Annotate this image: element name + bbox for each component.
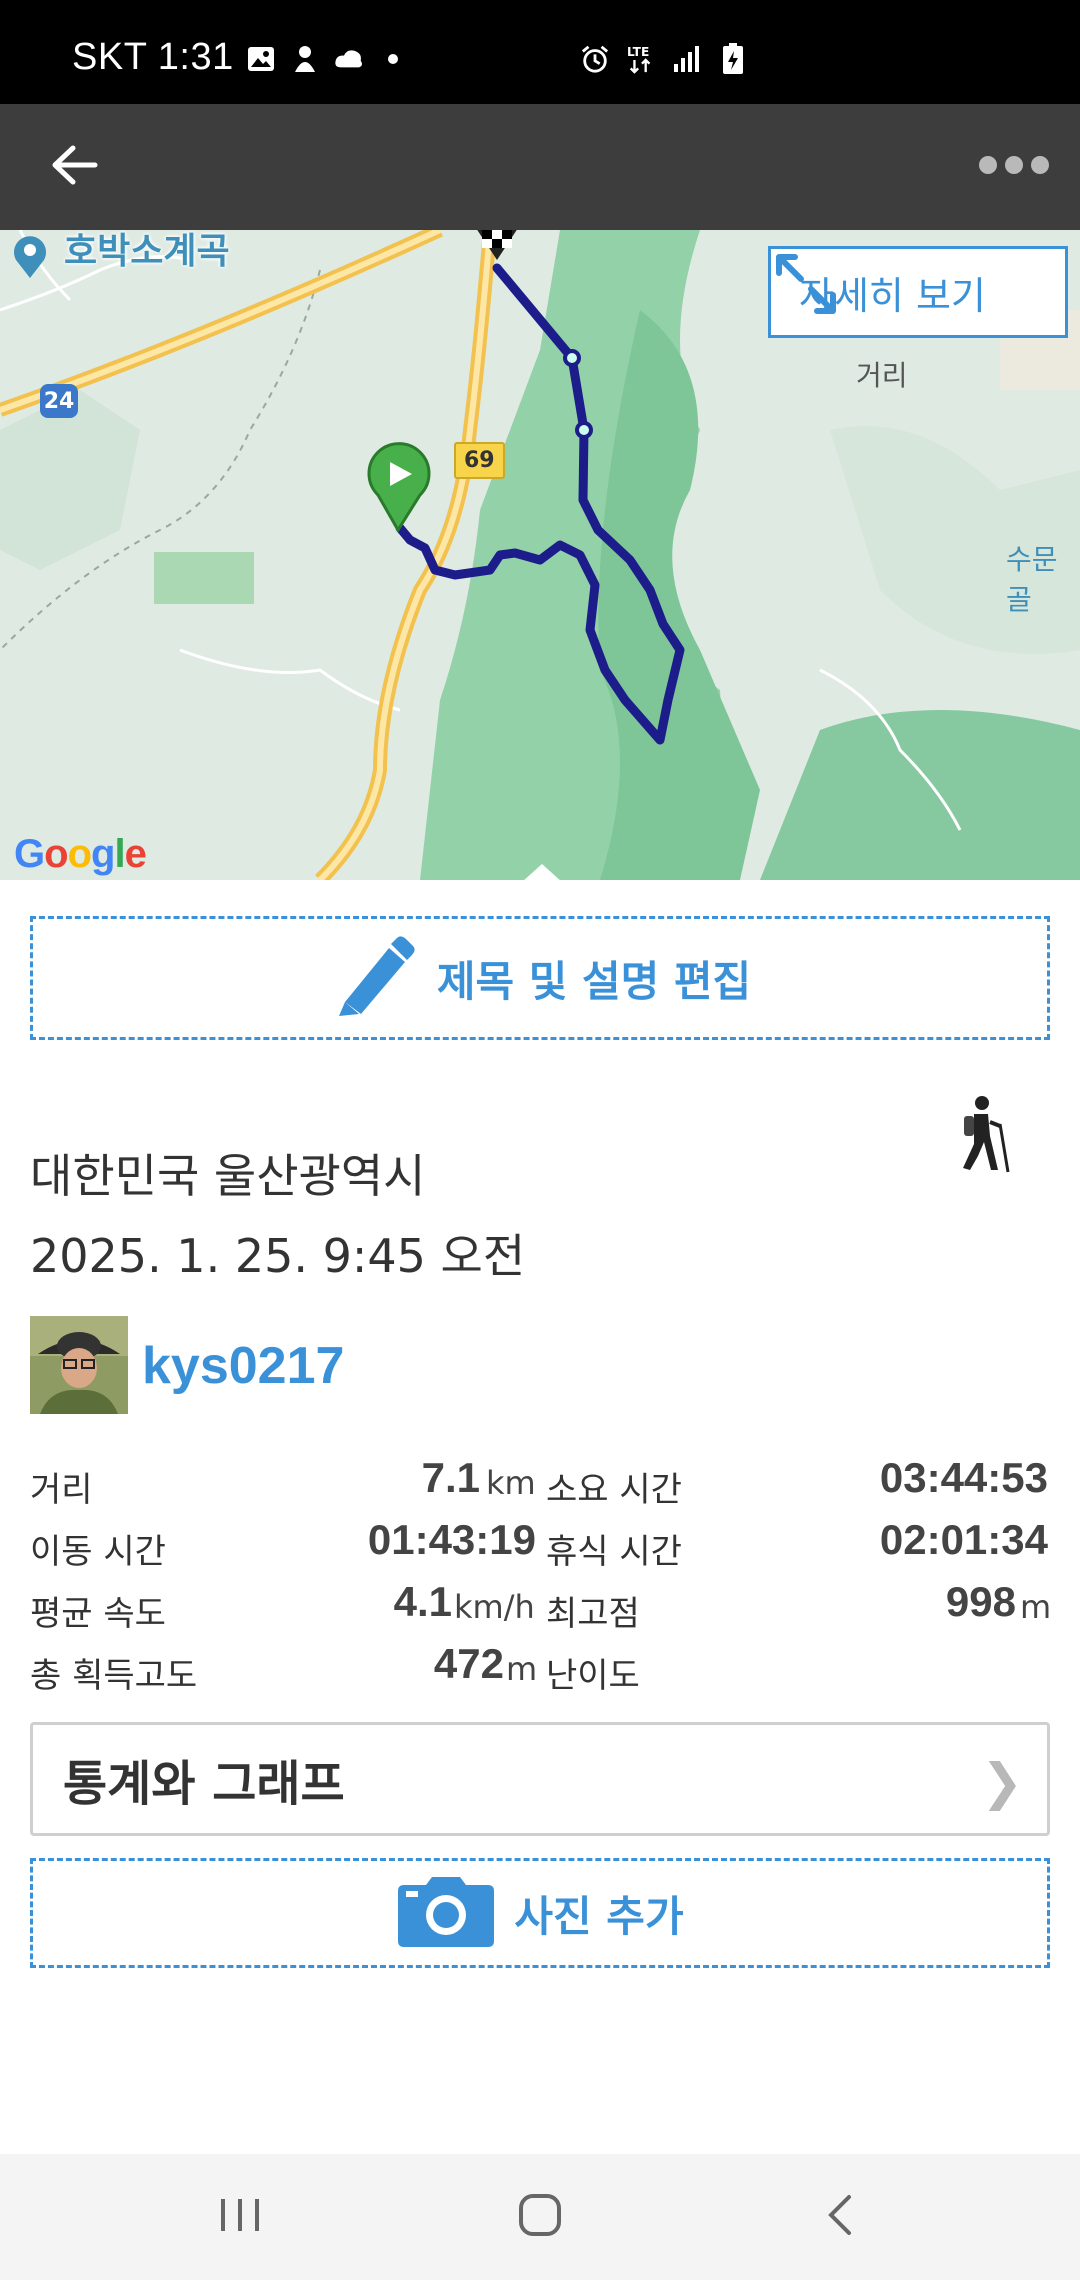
dot-icon — [378, 44, 408, 74]
back-button[interactable] — [40, 132, 110, 202]
signal-icon — [672, 44, 702, 74]
avg-speed-unit: km/h — [454, 1588, 535, 1626]
moving-time-value: 01:43:19 — [367, 1516, 536, 1563]
location-text: 대한민국 울산광역시 — [30, 1149, 426, 1203]
hiking-icon — [956, 1094, 1016, 1174]
distance-unit: km — [486, 1464, 536, 1502]
activity-datetime: 2025. 1. 25. 9:45 오전 — [30, 1229, 526, 1283]
cloud-icon — [334, 44, 364, 74]
recent-apps-icon — [217, 2195, 263, 2239]
max-elevation-unit: m — [1020, 1588, 1052, 1626]
more-dot — [1031, 156, 1049, 174]
road-number-badge: 69 — [454, 442, 505, 479]
total-gain-value: 472 — [433, 1640, 504, 1687]
home-icon — [517, 2192, 563, 2242]
username-link[interactable]: kys0217 — [142, 1336, 344, 1396]
status-bar: SKT 1:31 LTE — [0, 0, 1080, 104]
difficulty-label: 난이도 — [546, 1656, 640, 1696]
edit-title-label: 제목 및 설명 편집 — [436, 956, 752, 1006]
avg-speed-label: 평균 속도 — [30, 1594, 166, 1634]
carrier-time: SKT 1:31 — [72, 36, 234, 78]
lte-icon: LTE — [626, 44, 656, 74]
duration-value: 03:44:53 — [879, 1454, 1048, 1501]
distance-value: 7.1 — [421, 1454, 480, 1501]
add-photo-label: 사진 추가 — [514, 1891, 684, 1941]
stats-graph-button[interactable]: 통계와 그래프 ❯ — [30, 1722, 1050, 1836]
rest-time-value: 02:01:34 — [879, 1516, 1048, 1563]
map-place-label: 수문골 — [1006, 543, 1058, 616]
avg-speed-value: 4.1 — [393, 1578, 452, 1625]
home-button[interactable] — [500, 2182, 580, 2252]
back-nav-icon — [825, 2193, 855, 2241]
arrow-left-icon — [51, 145, 99, 189]
app-bar — [0, 104, 1080, 230]
system-nav-bar — [0, 2154, 1080, 2280]
map-place-label: 거리 — [856, 359, 908, 392]
max-elevation-value: 998 — [945, 1578, 1016, 1625]
route-map[interactable]: 호박소계곡 거리 수문골 69 24 Google 자세히 보기 — [0, 230, 1080, 880]
google-logo: Google — [14, 832, 147, 876]
svg-text:LTE: LTE — [627, 45, 649, 59]
total-gain-label: 총 획득고도 — [30, 1656, 198, 1696]
total-gain-unit: m — [506, 1650, 538, 1688]
pencil-icon — [329, 934, 419, 1022]
alarm-icon — [580, 44, 610, 74]
avatar[interactable] — [30, 1316, 128, 1414]
stats-graph-label: 통계와 그래프 — [63, 1756, 345, 1812]
duration-label: 소요 시간 — [546, 1470, 682, 1510]
edit-title-button[interactable]: 제목 및 설명 편집 — [30, 916, 1050, 1040]
route-number-badge: 24 — [40, 384, 78, 418]
map-pointer — [522, 864, 562, 880]
max-elevation-label: 최고점 — [546, 1594, 640, 1634]
image-icon — [246, 44, 276, 74]
more-dot — [1005, 156, 1023, 174]
back-nav-button[interactable] — [800, 2182, 880, 2252]
battery-charging-icon — [718, 43, 748, 74]
map-poi-label: 호박소계곡 — [64, 231, 230, 272]
moving-time-label: 이동 시간 — [30, 1532, 166, 1572]
distance-label: 거리 — [30, 1470, 93, 1510]
camera-icon — [396, 1875, 496, 1951]
recent-apps-button[interactable] — [200, 2182, 280, 2252]
more-options-button[interactable] — [974, 140, 1054, 190]
rest-time-label: 휴식 시간 — [546, 1532, 682, 1572]
character-icon — [290, 44, 320, 74]
more-dots-icon — [979, 156, 997, 174]
add-photo-button[interactable]: 사진 추가 — [30, 1858, 1050, 1968]
chevron-right-icon: ❯ — [981, 1753, 1023, 1811]
view-details-button[interactable]: 자세히 보기 — [768, 246, 1068, 338]
